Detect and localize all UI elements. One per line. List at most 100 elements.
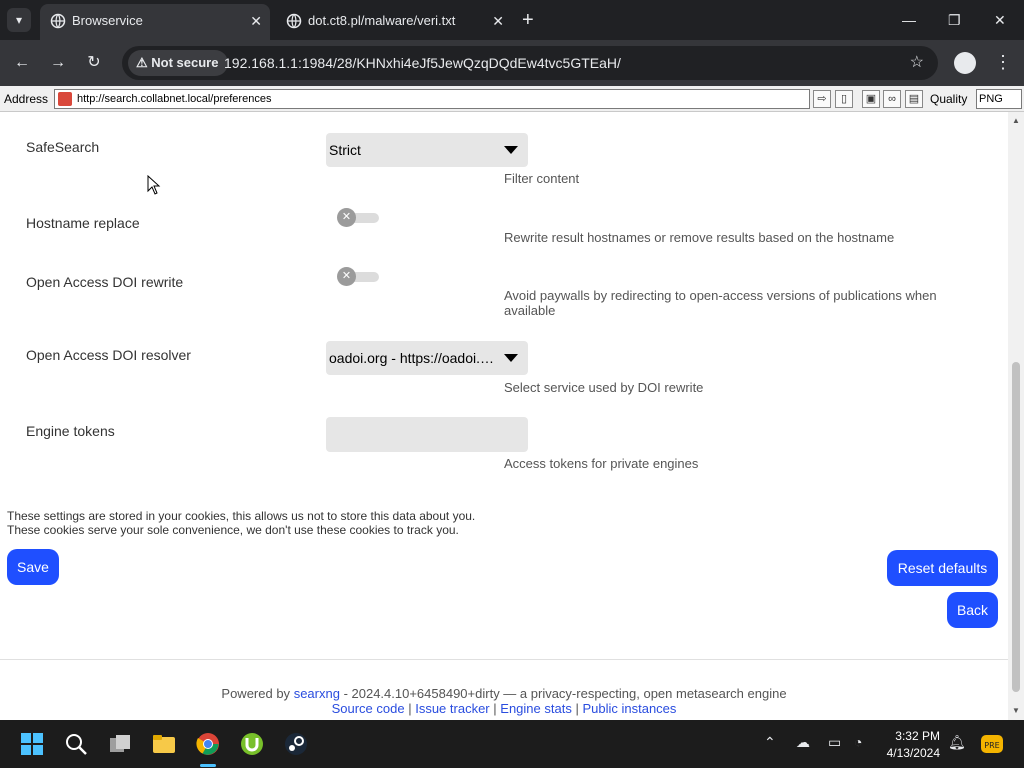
- scroll-up-icon[interactable]: ▲: [1012, 116, 1020, 125]
- globe-icon: [286, 13, 302, 29]
- restore-icon[interactable]: ❐: [948, 8, 961, 32]
- reload-icon[interactable]: ↻: [82, 51, 106, 75]
- back-button[interactable]: Back: [947, 592, 998, 628]
- find-binoculars-icon[interactable]: ∞: [883, 90, 901, 108]
- security-label: Not secure: [151, 55, 219, 70]
- mouse-cursor-icon: [147, 175, 161, 195]
- profile-avatar-icon[interactable]: [954, 52, 976, 74]
- hostname-replace-toggle[interactable]: ✕: [337, 208, 379, 227]
- engine-tokens-desc: Access tokens for private engines: [504, 456, 699, 471]
- svg-text:PRE: PRE: [984, 741, 999, 750]
- clipboard-icon[interactable]: ▤: [905, 90, 923, 108]
- tab-search-button[interactable]: ▾: [7, 8, 31, 32]
- toggle-off-icon: ✕: [337, 208, 356, 227]
- close-window-icon[interactable]: ✕: [994, 8, 1006, 32]
- go-arrow-icon[interactable]: ⇨: [813, 90, 831, 108]
- vertical-scrollbar[interactable]: ▲ ▼: [1008, 112, 1024, 720]
- link-separator: |: [408, 701, 412, 716]
- oa-doi-rewrite-desc-line2: available: [504, 303, 556, 318]
- source-code-link[interactable]: Source code: [332, 701, 405, 716]
- oa-doi-rewrite-desc-line1: Avoid paywalls by redirecting to open-ac…: [504, 288, 937, 303]
- new-tab-icon[interactable]: +: [522, 8, 534, 32]
- oa-doi-resolver-label: Open Access DOI resolver: [26, 347, 191, 363]
- dropdown-caret-icon: [504, 146, 518, 154]
- safesearch-select[interactable]: Strict: [326, 133, 528, 167]
- browservice-toolbar: Address http://search.collabnet.local/pr…: [0, 86, 1024, 112]
- oa-doi-resolver-select[interactable]: oadoi.org - https://oadoi.org/: [326, 341, 528, 375]
- link-separator: |: [575, 701, 579, 716]
- bookmark-star-icon[interactable]: ☆: [910, 46, 924, 80]
- utorrent-icon[interactable]: [240, 732, 264, 756]
- tab-title: dot.ct8.pl/malware/veri.txt: [308, 13, 456, 28]
- tab-browservice[interactable]: Browservice ✕: [40, 4, 270, 40]
- clock-date[interactable]: 4/13/2024: [872, 746, 940, 760]
- close-tab-icon[interactable]: ✕: [250, 4, 262, 38]
- oa-doi-rewrite-toggle[interactable]: ✕: [337, 267, 379, 286]
- close-tab-icon[interactable]: ✕: [492, 4, 504, 38]
- reset-defaults-button[interactable]: Reset defaults: [887, 550, 998, 586]
- powered-prefix: Powered by: [221, 686, 291, 701]
- site-warning-icon: [58, 92, 72, 106]
- issue-tracker-link[interactable]: Issue tracker: [415, 701, 489, 716]
- copilot-icon[interactable]: PRE: [980, 732, 1004, 756]
- windows-start-icon[interactable]: [20, 732, 44, 756]
- security-chip[interactable]: ⚠ Not secure: [128, 50, 229, 76]
- display-icon[interactable]: ▭: [828, 734, 841, 751]
- engine-tokens-label: Engine tokens: [26, 423, 115, 439]
- address-label: Address: [4, 92, 49, 106]
- quality-label: Quality: [930, 92, 968, 106]
- oa-doi-rewrite-label: Open Access DOI rewrite: [26, 274, 184, 290]
- url-text[interactable]: 192.168.1.1:1984/28/KHNxhi4eJf5JewQzqDQd…: [224, 46, 621, 80]
- screenshot-icon[interactable]: ▣: [862, 90, 880, 108]
- scrollbar-thumb[interactable]: [1012, 362, 1020, 692]
- tab-veri-txt[interactable]: dot.ct8.pl/malware/veri.txt ✕: [276, 4, 512, 40]
- tab-title: Browservice: [72, 13, 143, 28]
- task-view-icon[interactable]: [108, 732, 132, 756]
- footer: Powered by searxng - 2024.4.10+6458490+d…: [0, 686, 1008, 716]
- oa-doi-resolver-value: oadoi.org - https://oadoi.org/: [329, 350, 501, 366]
- searxng-link[interactable]: searxng: [294, 686, 340, 701]
- scroll-down-icon[interactable]: ▼: [1012, 706, 1020, 715]
- cookie-note: These settings are stored in your cookie…: [7, 509, 475, 537]
- cookie-note-line2: These cookies serve your sole convenienc…: [7, 523, 459, 537]
- forward-arrow-icon[interactable]: →: [46, 51, 70, 75]
- powered-suffix: - 2024.4.10+6458490+dirty — a privacy-re…: [343, 686, 787, 701]
- tray-chevron-up-icon[interactable]: ⌃: [764, 734, 776, 751]
- address-value: http://search.collabnet.local/preference…: [77, 93, 272, 105]
- save-button[interactable]: Save: [7, 549, 59, 585]
- dropdown-caret-icon: [504, 354, 518, 362]
- address-input[interactable]: http://search.collabnet.local/preference…: [54, 89, 810, 109]
- clock-time[interactable]: 3:32 PM: [872, 729, 940, 743]
- network-icon[interactable]: ◔: [854, 734, 862, 750]
- quality-select[interactable]: PNG: [976, 89, 1022, 109]
- safesearch-label: SafeSearch: [26, 139, 100, 155]
- active-app-indicator: [200, 764, 216, 767]
- file-explorer-icon[interactable]: [152, 732, 176, 756]
- back-arrow-icon[interactable]: ←: [10, 51, 34, 75]
- engine-stats-link[interactable]: Engine stats: [500, 701, 572, 716]
- warning-icon: ⚠: [136, 55, 148, 70]
- globe-icon: [50, 13, 66, 29]
- footer-powered-line: Powered by searxng - 2024.4.10+6458490+d…: [0, 686, 1008, 701]
- bookmark-icon[interactable]: ▯: [835, 90, 853, 108]
- public-instances-link[interactable]: Public instances: [582, 701, 676, 716]
- steam-icon[interactable]: [284, 732, 308, 756]
- cookie-note-line1: These settings are stored in your cookie…: [7, 509, 476, 523]
- notification-bell-icon[interactable]: 🔔︎: [948, 734, 966, 751]
- search-icon[interactable]: [64, 732, 88, 756]
- engine-tokens-input[interactable]: [326, 417, 528, 452]
- footer-links: Source code | Issue tracker | Engine sta…: [0, 701, 1008, 716]
- menu-kebab-icon[interactable]: ⋮: [994, 50, 1012, 74]
- hostname-replace-label: Hostname replace: [26, 215, 140, 231]
- onedrive-icon[interactable]: ☁: [796, 734, 810, 751]
- taskbar: ⌃ ☁ ▭ ◔ 3:32 PM 4/13/2024 🔔︎ PRE: [0, 720, 1024, 768]
- safesearch-desc: Filter content: [504, 171, 580, 186]
- footer-divider: [0, 659, 1008, 660]
- omnibox[interactable]: ⚠ Not secure 192.168.1.1:1984/28/KHNxhi4…: [122, 46, 938, 80]
- tab-bar: ▾ Browservice ✕ dot.ct8.pl/malware/veri.…: [0, 0, 1024, 40]
- safesearch-value: Strict: [329, 142, 361, 158]
- chrome-icon[interactable]: [196, 732, 220, 756]
- oa-doi-resolver-desc: Select service used by DOI rewrite: [504, 380, 704, 395]
- minimize-icon[interactable]: —: [902, 8, 916, 32]
- hostname-replace-desc: Rewrite result hostnames or remove resul…: [504, 230, 895, 245]
